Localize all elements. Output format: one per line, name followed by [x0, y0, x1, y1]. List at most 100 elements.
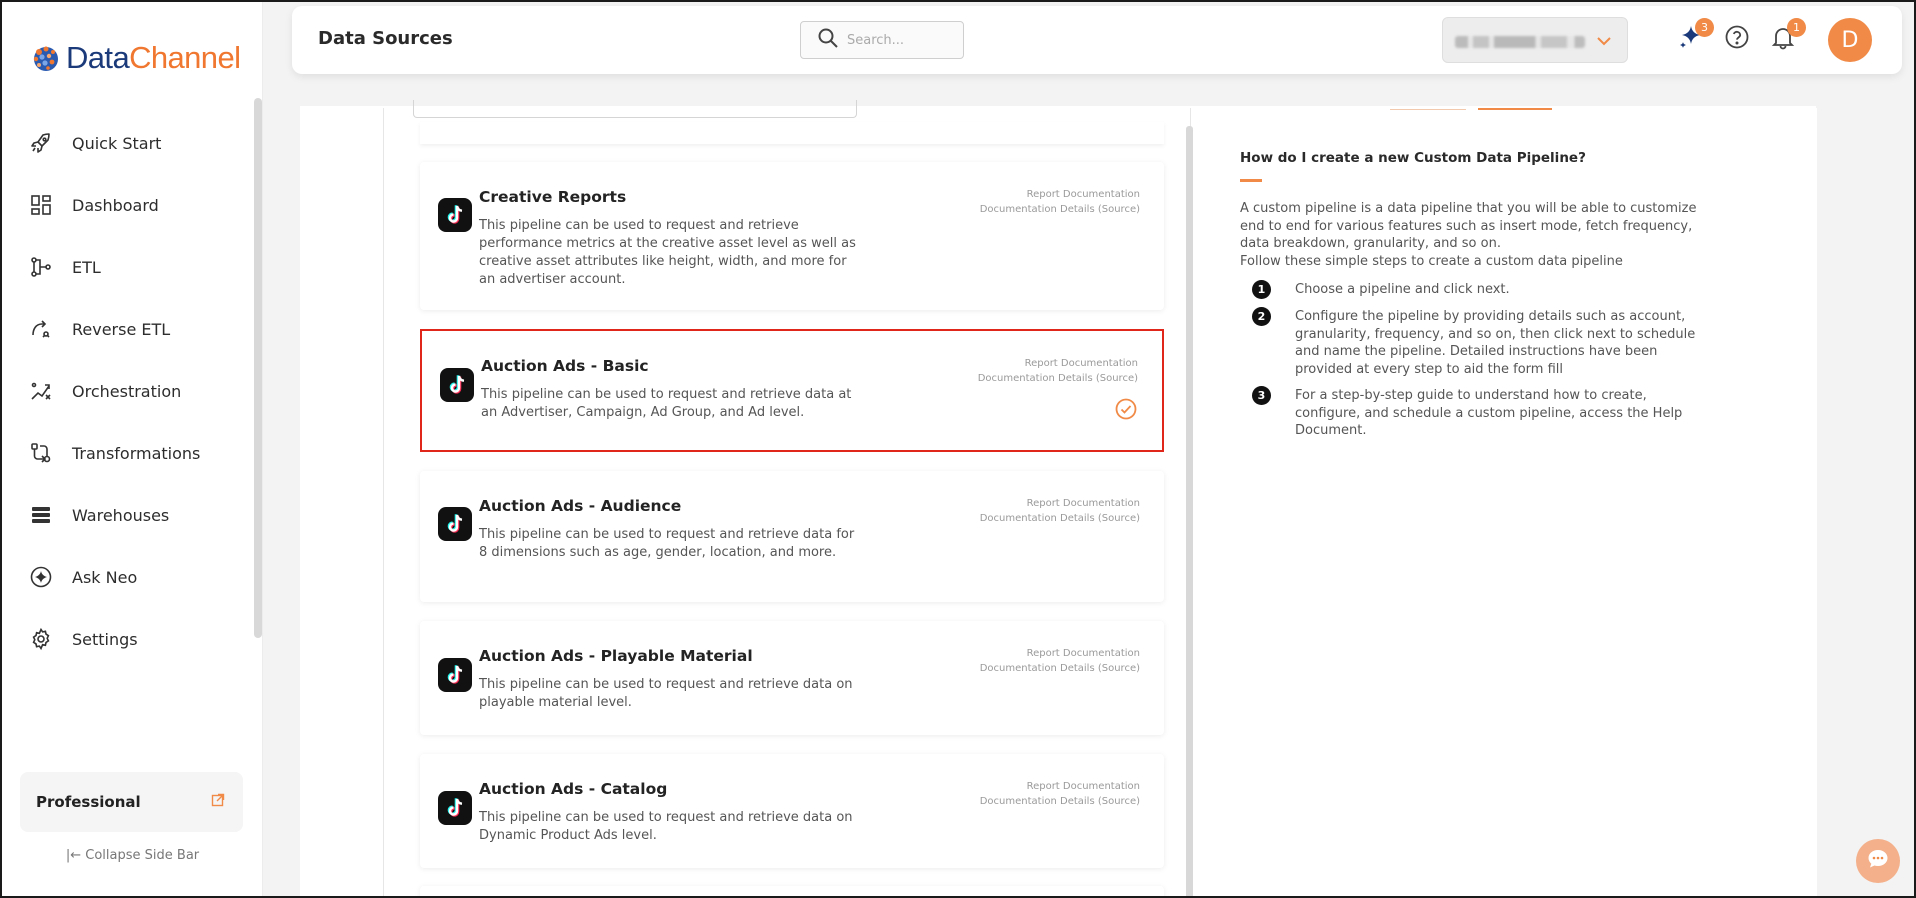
sidebar-item-label: Dashboard — [72, 195, 159, 215]
card-links: Report Documentation Documentation Detai… — [980, 496, 1140, 526]
dashboard-icon — [28, 192, 54, 218]
chat-icon — [1865, 846, 1891, 876]
sidebar: DataChannel Quick Start Dashboard ETL Re… — [2, 2, 263, 896]
sidebar-item-label: Reverse ETL — [72, 319, 171, 339]
pipeline-card-auction-ads-playable-material[interactable]: Auction Ads - Playable Material This pip… — [420, 621, 1164, 735]
neo-badge: 3 — [1695, 18, 1714, 37]
report-documentation-link[interactable]: Report Documentation — [980, 187, 1140, 202]
next-button[interactable] — [1478, 106, 1552, 110]
step-text: Configure the pipeline by providing deta… — [1295, 309, 1696, 377]
chat-support-button[interactable] — [1856, 839, 1900, 883]
reverse-etl-icon — [28, 316, 54, 342]
help-title: How do I create a new Custom Data Pipeli… — [1240, 150, 1586, 166]
card-description: This pipeline can be used to request and… — [479, 677, 853, 710]
pipeline-list-scrollbar[interactable] — [1186, 126, 1193, 896]
page-title: Data Sources — [318, 28, 453, 49]
brand-name-part1: Data — [66, 40, 130, 75]
help-icon — [1724, 24, 1750, 54]
card-description: This pipeline can be used to request and… — [479, 527, 855, 560]
collapse-arrow-icon: |← — [65, 848, 82, 863]
search-icon — [817, 27, 839, 53]
warehouses-icon — [28, 502, 54, 528]
notifications-button[interactable]: 1 — [1768, 18, 1806, 54]
tiktok-logo-icon — [438, 507, 472, 541]
card-title: Auction Ads - Basic — [481, 357, 649, 375]
neo-assistant-button[interactable]: 3 — [1676, 18, 1714, 54]
report-documentation-link[interactable]: Report Documentation — [980, 496, 1140, 511]
sidebar-item-transformations[interactable]: Transformations — [2, 422, 257, 484]
help-step: 3 For a step-by-step guide to understand… — [1252, 386, 1704, 440]
sidebar-item-label: Transformations — [72, 443, 201, 463]
help-button[interactable] — [1722, 24, 1752, 54]
sidebar-item-dashboard[interactable]: Dashboard — [2, 174, 257, 236]
pipeline-card-creative-reports[interactable]: Creative Reports This pipeline can be us… — [420, 162, 1164, 310]
tiktok-logo-icon — [438, 198, 472, 232]
sidebar-item-settings[interactable]: Settings — [2, 608, 257, 670]
sidebar-item-label: Settings — [72, 629, 138, 649]
documentation-details-link[interactable]: Documentation Details (Source) — [980, 202, 1140, 217]
search-placeholder: Search... — [847, 32, 905, 48]
external-link-icon[interactable] — [211, 792, 227, 808]
sidebar-item-quick-start[interactable]: Quick Start — [2, 112, 257, 174]
sidebar-item-orchestration[interactable]: Orchestration — [2, 360, 257, 422]
help-step: 1 Choose a pipeline and click next. — [1252, 280, 1704, 299]
brand-name-part2: Channel — [129, 40, 241, 75]
brand-name: DataChannel — [66, 40, 241, 76]
datachannel-logo[interactable]: DataChannel — [28, 38, 241, 78]
documentation-details-link[interactable]: Documentation Details (Source) — [980, 511, 1140, 526]
chevron-down-icon — [1595, 32, 1613, 54]
tiktok-logo-icon — [440, 368, 474, 402]
documentation-details-link[interactable]: Documentation Details (Source) — [978, 371, 1138, 386]
report-documentation-link[interactable]: Report Documentation — [978, 356, 1138, 371]
sidebar-item-label: Quick Start — [72, 133, 162, 153]
collapse-sidebar-button[interactable]: |← Collapse Side Bar — [2, 848, 263, 863]
avatar[interactable]: D — [1828, 18, 1872, 62]
tiktok-logo-icon — [438, 658, 472, 692]
sidebar-item-etl[interactable]: ETL — [2, 236, 257, 298]
tiktok-logo-icon — [438, 791, 472, 825]
sidebar-item-label: ETL — [72, 257, 101, 277]
card-title: Auction Ads - Catalog — [479, 780, 668, 798]
selected-check-icon — [1114, 397, 1138, 421]
help-intro: A custom pipeline is a data pipeline tha… — [1240, 200, 1710, 270]
pipeline-card-auction-ads-basic[interactable]: Auction Ads - Basic This pipeline can be… — [420, 329, 1164, 452]
report-documentation-link[interactable]: Report Documentation — [980, 779, 1140, 794]
back-button[interactable] — [1390, 106, 1466, 110]
sidebar-nav: Quick Start Dashboard ETL Reverse ETL Or… — [2, 112, 257, 670]
list-item[interactable] — [420, 122, 1164, 144]
account-name-redacted — [1455, 36, 1585, 48]
pipeline-card-auction-ads-catalog[interactable]: Auction Ads - Catalog This pipeline can … — [420, 754, 1164, 868]
top-bar: Data Sources Search... 3 1 D — [292, 6, 1902, 74]
plan-card[interactable]: Professional — [20, 772, 243, 832]
card-description: This pipeline can be used to request and… — [481, 387, 852, 420]
orchestration-icon — [28, 378, 54, 404]
account-selector[interactable] — [1442, 17, 1628, 63]
sidebar-item-reverse-etl[interactable]: Reverse ETL — [2, 298, 257, 360]
sidebar-item-ask-neo[interactable]: Ask Neo — [2, 546, 257, 608]
card-description: This pipeline can be used to request and… — [479, 810, 853, 843]
sidebar-item-label: Ask Neo — [72, 567, 138, 587]
card-title: Auction Ads - Audience — [479, 497, 682, 515]
card-title: Creative Reports — [479, 188, 627, 206]
card-links: Report Documentation Documentation Detai… — [978, 356, 1138, 386]
ask-neo-icon — [28, 564, 54, 590]
pipeline-card-auction-ads-audience[interactable]: Auction Ads - Audience This pipeline can… — [420, 471, 1164, 602]
pipeline-search-field[interactable] — [413, 100, 857, 118]
sidebar-scrollbar[interactable] — [254, 98, 262, 638]
sidebar-item-warehouses[interactable]: Warehouses — [2, 484, 257, 546]
help-steps: 1 Choose a pipeline and click next. 2 Co… — [1252, 280, 1704, 449]
logo-mark-icon — [28, 40, 64, 76]
help-intro-text: A custom pipeline is a data pipeline tha… — [1240, 201, 1697, 251]
search-input[interactable]: Search... — [800, 21, 964, 59]
card-links: Report Documentation Documentation Detai… — [980, 646, 1140, 676]
etl-icon — [28, 254, 54, 280]
list-item[interactable] — [420, 886, 1164, 896]
notifications-badge: 1 — [1787, 18, 1806, 37]
step-number: 1 — [1252, 280, 1271, 299]
collapse-label: Collapse Side Bar — [85, 848, 200, 863]
sidebar-item-label: Warehouses — [72, 505, 170, 525]
report-documentation-link[interactable]: Report Documentation — [980, 646, 1140, 661]
sidebar-item-label: Orchestration — [72, 381, 182, 401]
documentation-details-link[interactable]: Documentation Details (Source) — [980, 794, 1140, 809]
documentation-details-link[interactable]: Documentation Details (Source) — [980, 661, 1140, 676]
